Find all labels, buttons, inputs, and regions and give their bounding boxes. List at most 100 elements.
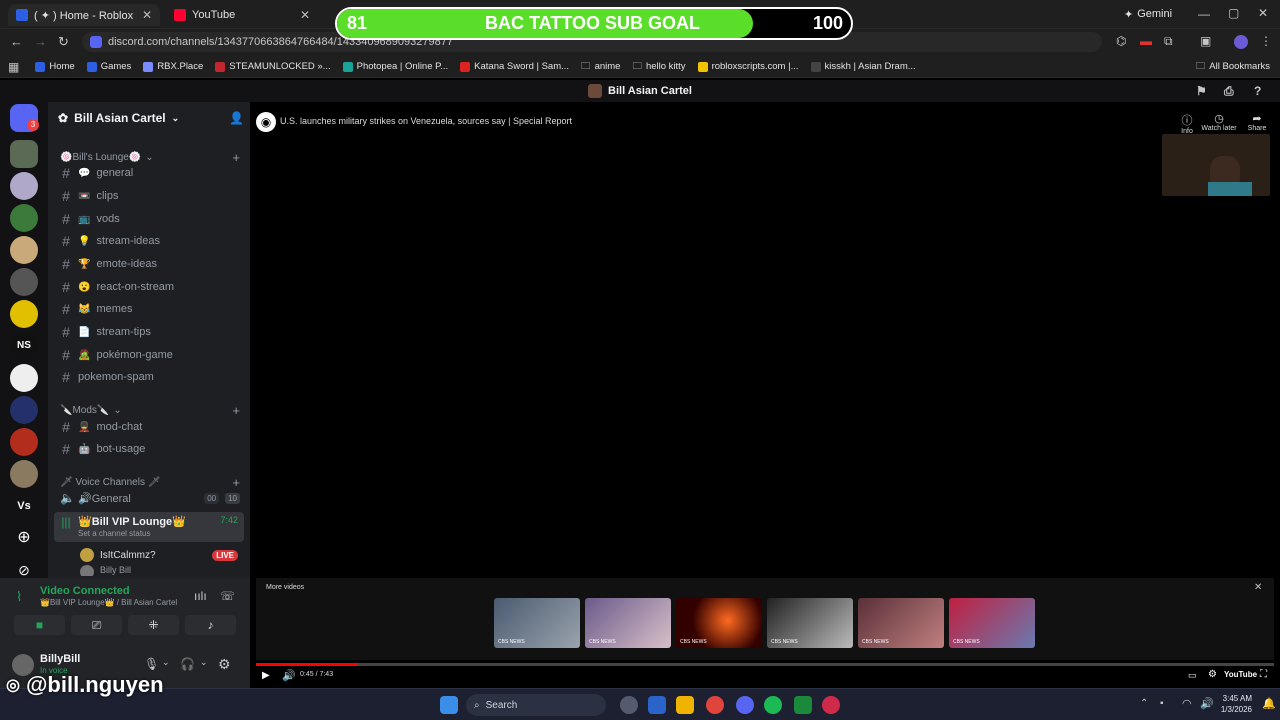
category-mods[interactable]: 🔪Mods🔪 ⌄ +: [60, 403, 240, 418]
reload-icon[interactable]: ↻: [58, 34, 69, 50]
camera-button[interactable]: ■: [14, 615, 65, 635]
extension-red-icon[interactable]: ▬: [1140, 34, 1152, 48]
add-server-icon[interactable]: ⊕: [10, 524, 38, 552]
chevron-down-icon[interactable]: ⌄: [162, 657, 170, 668]
video-thumbnail[interactable]: CBS NEWS: [676, 598, 762, 648]
close-icon[interactable]: ✕: [142, 8, 152, 22]
bookmark-item[interactable]: robloxscripts.com |...: [697, 61, 799, 72]
server-icon-vs[interactable]: Vs: [10, 492, 38, 520]
apps-icon[interactable]: ▦: [8, 60, 19, 74]
close-icon[interactable]: ✕: [300, 8, 310, 22]
add-channel-icon[interactable]: +: [232, 403, 240, 418]
file-explorer-icon[interactable]: [676, 696, 694, 714]
watch-later-button[interactable]: ◷ Watch later: [1200, 112, 1238, 132]
captions-icon[interactable]: ▭: [1188, 670, 1197, 681]
wifi-icon[interactable]: ◠: [1182, 697, 1192, 710]
cbs-eye-icon[interactable]: ◉: [256, 112, 276, 132]
soundboard-icon[interactable]: ıılı: [194, 589, 207, 603]
profile-avatar[interactable]: [1234, 35, 1248, 49]
soundboard-button[interactable]: ♪: [185, 615, 236, 635]
voice-channel-vip[interactable]: ||| 👑Bill VIP Lounge👑 Set a channel stat…: [54, 512, 244, 542]
puzzle-icon[interactable]: ⧉: [1164, 34, 1173, 49]
bookmark-item[interactable]: kisskh | Asian Dram...: [810, 61, 916, 72]
mouse-app-icon[interactable]: [620, 696, 638, 714]
screenshare-button[interactable]: ⎚: [71, 615, 122, 635]
tab-roblox[interactable]: ( ✦ ) Home - Roblox ✕: [8, 4, 160, 26]
headphones-icon[interactable]: 🎧: [180, 657, 195, 671]
video-thumbnail[interactable]: CBS NEWS: [858, 598, 944, 648]
channel-emote-ideas[interactable]: # 🏆 emote-ideas: [54, 254, 244, 274]
channel-general[interactable]: # 💬 general: [54, 163, 244, 183]
channel-clips[interactable]: # 📼 clips: [54, 186, 244, 206]
volume-tray-icon[interactable]: 🔊: [1200, 697, 1214, 710]
bookmark-folder[interactable]: 🗀 hello kitty: [632, 59, 685, 75]
window-close-icon[interactable]: ✕: [1258, 6, 1268, 20]
channel-memes[interactable]: # 😹 memes: [54, 299, 244, 319]
server-icon[interactable]: [10, 204, 38, 232]
video-thumbnail[interactable]: CBS NEWS: [767, 598, 853, 648]
video-title[interactable]: U.S. launches military strikes on Venezu…: [280, 116, 572, 126]
info-button[interactable]: ⓘ Info: [1172, 112, 1202, 135]
tray-app-icon[interactable]: ▪: [1160, 698, 1164, 709]
chevron-down-icon[interactable]: ⌄: [200, 657, 208, 668]
sidepanel-icon[interactable]: ▣: [1200, 34, 1211, 48]
inbox-icon[interactable]: ⎙: [1224, 84, 1234, 99]
video-thumbnail[interactable]: CBS NEWS: [585, 598, 671, 648]
channel-status[interactable]: Set a channel status: [78, 529, 186, 538]
channel-mod-chat[interactable]: # 💂 mod-chat: [54, 417, 244, 437]
server-icon[interactable]: [10, 268, 38, 296]
share-button[interactable]: ➦ Share: [1242, 112, 1272, 132]
connection-detail[interactable]: 👑Bill VIP Lounge👑 / Bill Asian Cartel: [40, 598, 177, 607]
bookmark-item[interactable]: RBX.Place: [143, 61, 203, 72]
task-view-icon[interactable]: [648, 696, 666, 714]
close-icon[interactable]: ✕: [1254, 582, 1262, 593]
channel-bot-usage[interactable]: # 🤖 bot-usage: [54, 439, 244, 459]
extension-icon[interactable]: ⌬: [1116, 34, 1126, 48]
fullscreen-icon[interactable]: ⛶: [1260, 669, 1267, 680]
windows-start-icon[interactable]: [440, 696, 458, 714]
progress-track[interactable]: [256, 663, 1274, 666]
bookmark-item[interactable]: Photopea | Online P...: [342, 61, 448, 72]
activities-button[interactable]: ⁜: [128, 615, 179, 635]
taskbar-search[interactable]: ⌕ Search: [466, 694, 606, 716]
youtube-logo[interactable]: YouTube: [1224, 670, 1257, 679]
server-icon[interactable]: [10, 172, 38, 200]
disconnect-icon[interactable]: ☏: [220, 589, 235, 603]
minimize-icon[interactable]: —: [1198, 7, 1210, 21]
notification-bell-icon[interactable]: 🔔: [1262, 697, 1276, 710]
server-icon-bill[interactable]: [10, 140, 38, 168]
server-icon[interactable]: [10, 428, 38, 456]
server-icon[interactable]: [10, 364, 38, 392]
channel-pokemon-game[interactable]: # 🧟 pokémon-game: [54, 345, 244, 365]
back-icon[interactable]: ←: [10, 34, 23, 49]
microphone-icon[interactable]: 🎙: [144, 657, 159, 671]
settings-icon[interactable]: ⚙: [1208, 669, 1217, 680]
bookmark-item[interactable]: Katana Sword | Sam...: [460, 61, 569, 72]
bookmark-item[interactable]: Home: [35, 61, 75, 72]
server-header[interactable]: ✿ Bill Asian Cartel ⌄ 👤: [58, 111, 244, 125]
channel-stream-tips[interactable]: # 📄 stream-tips: [54, 322, 244, 342]
video-thumbnail[interactable]: CBS NEWS: [494, 598, 580, 648]
server-icon[interactable]: [10, 460, 38, 488]
app-icon[interactable]: [794, 696, 812, 714]
all-bookmarks[interactable]: 🗀 All Bookmarks: [1196, 59, 1270, 75]
opera-icon[interactable]: [822, 696, 840, 714]
gear-icon[interactable]: ⚙: [218, 656, 231, 673]
flag-icon[interactable]: ⚑: [1196, 84, 1207, 98]
voice-user[interactable]: IsItCalmmz? LIVE: [74, 545, 244, 565]
bookmark-item[interactable]: Games: [86, 61, 131, 72]
spotify-icon[interactable]: [764, 696, 782, 714]
chrome-icon[interactable]: [706, 696, 724, 714]
volume-icon[interactable]: 🔊: [282, 669, 296, 682]
forward-icon[interactable]: →: [34, 34, 47, 49]
video-thumbnail[interactable]: CBS NEWS: [949, 598, 1035, 648]
clock[interactable]: 3:45 AM 1/3/2026: [1218, 693, 1252, 715]
channel-stream-ideas[interactable]: # 💡 stream-ideas: [54, 231, 244, 251]
menu-icon[interactable]: ⋮: [1260, 34, 1272, 48]
play-icon[interactable]: ▶: [262, 670, 270, 681]
server-icon[interactable]: [10, 396, 38, 424]
discord-icon[interactable]: [736, 696, 754, 714]
gemini-button[interactable]: ✦ Gemini: [1124, 6, 1174, 22]
tray-chevron-icon[interactable]: ⌃: [1140, 698, 1148, 709]
channel-react-on-stream[interactable]: # 😮 react-on-stream: [54, 277, 244, 297]
